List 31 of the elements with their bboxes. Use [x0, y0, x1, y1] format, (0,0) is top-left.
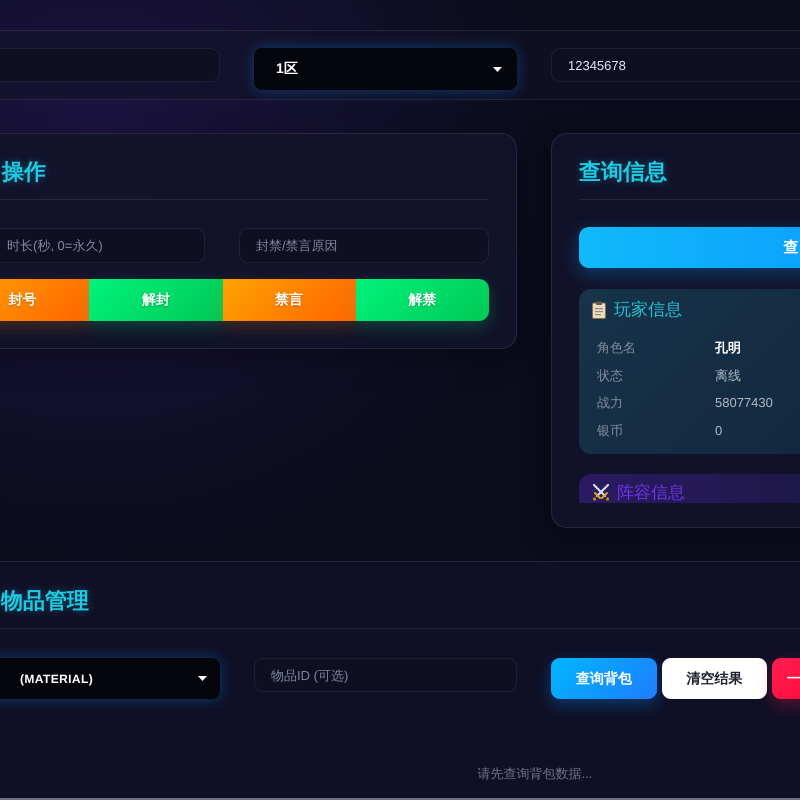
text-input[interactable]: 封禁/禁言原因 [239, 228, 489, 263]
text-input[interactable]: 时长(秒, 0=永久) [0, 228, 205, 263]
field-value: 孔明 [715, 339, 742, 357]
caret-icon [493, 66, 502, 72]
action-button[interactable]: 禁言 [222, 279, 356, 321]
field-value: 离线 [715, 366, 742, 384]
card-title: 操作 [2, 159, 46, 184]
field-label: 状态 [597, 366, 624, 384]
crossed-swords-icon [592, 483, 610, 501]
panel-title: 阵容信息 [617, 483, 685, 503]
card-title: 查询信息 [579, 159, 667, 184]
text-input[interactable]: 12345678 [551, 48, 800, 82]
field-value: 0 [715, 422, 724, 440]
clear-button[interactable]: 清空结果 [662, 658, 767, 699]
dropdown-select[interactable]: (MATERIAL) [0, 658, 220, 699]
field-label: 角色名 [597, 339, 637, 357]
action-button[interactable]: 解禁 [356, 279, 489, 321]
action-button[interactable]: 封号 [0, 279, 90, 321]
field-value: 58077430 [715, 394, 774, 412]
query-button[interactable]: 查询背包 [551, 658, 657, 699]
dropdown-select[interactable]: 1区 [254, 48, 517, 90]
empty-message: 请先查询背包数据... [476, 766, 594, 782]
panel-title: 玩家信息 [614, 300, 682, 320]
caret-icon [198, 676, 207, 681]
clipboard-icon [592, 301, 606, 319]
text-input[interactable]: 物品ID (可选) [254, 658, 517, 692]
action-button[interactable]: 解封 [89, 279, 222, 321]
section-title: 物品管理 [1, 588, 89, 613]
field-label: 战力 [597, 394, 624, 412]
query-button[interactable]: 查 [579, 227, 800, 268]
field-label: 银币 [597, 422, 624, 440]
